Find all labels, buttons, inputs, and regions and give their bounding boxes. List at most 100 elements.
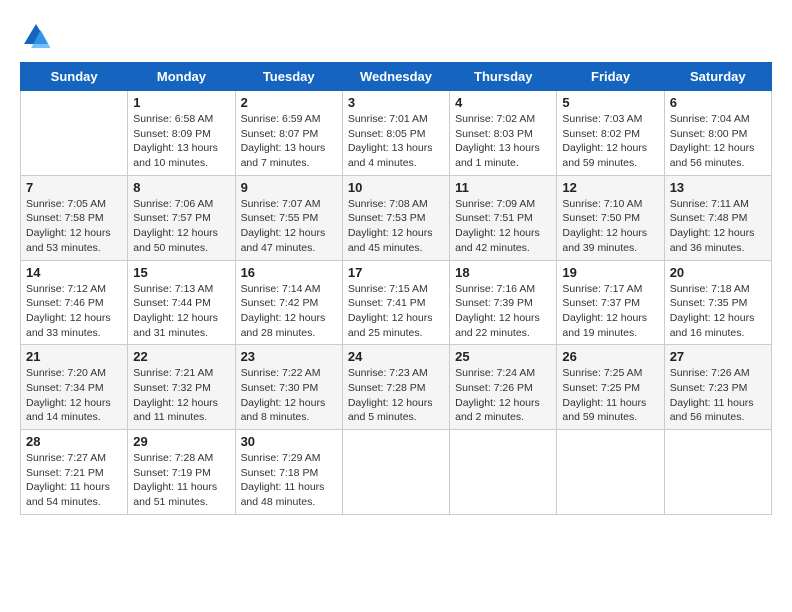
calendar-cell: 27 Sunrise: 7:26 AM Sunset: 7:23 PM Dayli… bbox=[664, 345, 771, 430]
calendar-cell: 18 Sunrise: 7:16 AM Sunset: 7:39 PM Dayli… bbox=[450, 260, 557, 345]
calendar-week-row: 14 Sunrise: 7:12 AM Sunset: 7:46 PM Dayli… bbox=[21, 260, 772, 345]
day-number: 20 bbox=[670, 265, 766, 280]
calendar-cell: 5 Sunrise: 7:03 AM Sunset: 8:02 PM Daylig… bbox=[557, 91, 664, 176]
calendar-cell bbox=[450, 430, 557, 515]
calendar-cell: 30 Sunrise: 7:29 AM Sunset: 7:18 PM Dayli… bbox=[235, 430, 342, 515]
day-number: 11 bbox=[455, 180, 551, 195]
day-number: 16 bbox=[241, 265, 337, 280]
day-number: 24 bbox=[348, 349, 444, 364]
day-number: 26 bbox=[562, 349, 658, 364]
day-number: 6 bbox=[670, 95, 766, 110]
calendar-cell: 25 Sunrise: 7:24 AM Sunset: 7:26 PM Dayli… bbox=[450, 345, 557, 430]
calendar-cell: 20 Sunrise: 7:18 AM Sunset: 7:35 PM Dayli… bbox=[664, 260, 771, 345]
calendar-cell: 3 Sunrise: 7:01 AM Sunset: 8:05 PM Daylig… bbox=[342, 91, 449, 176]
day-number: 7 bbox=[26, 180, 122, 195]
day-number: 8 bbox=[133, 180, 229, 195]
day-info: Sunrise: 7:25 AM Sunset: 7:25 PM Dayligh… bbox=[562, 366, 658, 425]
day-info: Sunrise: 7:02 AM Sunset: 8:03 PM Dayligh… bbox=[455, 112, 551, 171]
day-of-week-header: Saturday bbox=[664, 63, 771, 91]
calendar-cell: 14 Sunrise: 7:12 AM Sunset: 7:46 PM Dayli… bbox=[21, 260, 128, 345]
day-number: 3 bbox=[348, 95, 444, 110]
page-header bbox=[20, 20, 772, 52]
day-info: Sunrise: 7:26 AM Sunset: 7:23 PM Dayligh… bbox=[670, 366, 766, 425]
day-of-week-header: Sunday bbox=[21, 63, 128, 91]
day-info: Sunrise: 7:13 AM Sunset: 7:44 PM Dayligh… bbox=[133, 282, 229, 341]
day-number: 14 bbox=[26, 265, 122, 280]
calendar-cell: 16 Sunrise: 7:14 AM Sunset: 7:42 PM Dayli… bbox=[235, 260, 342, 345]
calendar-cell: 1Sunrise: 6:58 AM Sunset: 8:09 PM Daylig… bbox=[128, 91, 235, 176]
day-number: 28 bbox=[26, 434, 122, 449]
day-info: Sunrise: 6:59 AM Sunset: 8:07 PM Dayligh… bbox=[241, 112, 337, 171]
calendar-cell: 22 Sunrise: 7:21 AM Sunset: 7:32 PM Dayli… bbox=[128, 345, 235, 430]
day-info: Sunrise: 7:16 AM Sunset: 7:39 PM Dayligh… bbox=[455, 282, 551, 341]
day-info: Sunrise: 7:03 AM Sunset: 8:02 PM Dayligh… bbox=[562, 112, 658, 171]
calendar-table: SundayMondayTuesdayWednesdayThursdayFrid… bbox=[20, 62, 772, 515]
calendar-cell: 11 Sunrise: 7:09 AM Sunset: 7:51 PM Dayli… bbox=[450, 175, 557, 260]
calendar-week-row: 21 Sunrise: 7:20 AM Sunset: 7:34 PM Dayli… bbox=[21, 345, 772, 430]
day-of-week-header: Wednesday bbox=[342, 63, 449, 91]
calendar-cell bbox=[21, 91, 128, 176]
calendar-cell: 10 Sunrise: 7:08 AM Sunset: 7:53 PM Dayli… bbox=[342, 175, 449, 260]
day-number: 30 bbox=[241, 434, 337, 449]
calendar-cell: 13Sunrise: 7:11 AM Sunset: 7:48 PM Dayli… bbox=[664, 175, 771, 260]
calendar-cell: 15 Sunrise: 7:13 AM Sunset: 7:44 PM Dayli… bbox=[128, 260, 235, 345]
calendar-cell: 4 Sunrise: 7:02 AM Sunset: 8:03 PM Daylig… bbox=[450, 91, 557, 176]
day-number: 4 bbox=[455, 95, 551, 110]
calendar-cell bbox=[664, 430, 771, 515]
day-info: Sunrise: 7:06 AM Sunset: 7:57 PM Dayligh… bbox=[133, 197, 229, 256]
day-number: 27 bbox=[670, 349, 766, 364]
day-number: 10 bbox=[348, 180, 444, 195]
day-info: Sunrise: 7:18 AM Sunset: 7:35 PM Dayligh… bbox=[670, 282, 766, 341]
calendar-week-row: 1Sunrise: 6:58 AM Sunset: 8:09 PM Daylig… bbox=[21, 91, 772, 176]
day-info: Sunrise: 7:27 AM Sunset: 7:21 PM Dayligh… bbox=[26, 451, 122, 510]
day-info: Sunrise: 7:05 AM Sunset: 7:58 PM Dayligh… bbox=[26, 197, 122, 256]
day-info: Sunrise: 7:14 AM Sunset: 7:42 PM Dayligh… bbox=[241, 282, 337, 341]
day-of-week-header: Thursday bbox=[450, 63, 557, 91]
calendar-cell: 19 Sunrise: 7:17 AM Sunset: 7:37 PM Dayli… bbox=[557, 260, 664, 345]
logo bbox=[20, 20, 56, 52]
calendar-cell: 12 Sunrise: 7:10 AM Sunset: 7:50 PM Dayli… bbox=[557, 175, 664, 260]
day-number: 25 bbox=[455, 349, 551, 364]
day-number: 13 bbox=[670, 180, 766, 195]
day-number: 15 bbox=[133, 265, 229, 280]
day-info: Sunrise: 7:23 AM Sunset: 7:28 PM Dayligh… bbox=[348, 366, 444, 425]
day-info: Sunrise: 7:10 AM Sunset: 7:50 PM Dayligh… bbox=[562, 197, 658, 256]
day-info: Sunrise: 7:17 AM Sunset: 7:37 PM Dayligh… bbox=[562, 282, 658, 341]
day-info: Sunrise: 7:12 AM Sunset: 7:46 PM Dayligh… bbox=[26, 282, 122, 341]
day-number: 22 bbox=[133, 349, 229, 364]
calendar-cell bbox=[557, 430, 664, 515]
day-of-week-header: Friday bbox=[557, 63, 664, 91]
day-info: Sunrise: 7:04 AM Sunset: 8:00 PM Dayligh… bbox=[670, 112, 766, 171]
calendar-week-row: 7 Sunrise: 7:05 AM Sunset: 7:58 PM Daylig… bbox=[21, 175, 772, 260]
day-number: 23 bbox=[241, 349, 337, 364]
day-info: Sunrise: 7:21 AM Sunset: 7:32 PM Dayligh… bbox=[133, 366, 229, 425]
day-info: Sunrise: 7:09 AM Sunset: 7:51 PM Dayligh… bbox=[455, 197, 551, 256]
day-number: 17 bbox=[348, 265, 444, 280]
day-info: Sunrise: 7:01 AM Sunset: 8:05 PM Dayligh… bbox=[348, 112, 444, 171]
day-number: 21 bbox=[26, 349, 122, 364]
day-info: Sunrise: 7:20 AM Sunset: 7:34 PM Dayligh… bbox=[26, 366, 122, 425]
day-info: Sunrise: 7:08 AM Sunset: 7:53 PM Dayligh… bbox=[348, 197, 444, 256]
calendar-cell: 17Sunrise: 7:15 AM Sunset: 7:41 PM Dayli… bbox=[342, 260, 449, 345]
day-number: 1 bbox=[133, 95, 229, 110]
day-number: 5 bbox=[562, 95, 658, 110]
calendar-cell: 23 Sunrise: 7:22 AM Sunset: 7:30 PM Dayli… bbox=[235, 345, 342, 430]
calendar-cell: 29Sunrise: 7:28 AM Sunset: 7:19 PM Dayli… bbox=[128, 430, 235, 515]
calendar-cell: 28 Sunrise: 7:27 AM Sunset: 7:21 PM Dayli… bbox=[21, 430, 128, 515]
day-number: 29 bbox=[133, 434, 229, 449]
day-info: Sunrise: 7:22 AM Sunset: 7:30 PM Dayligh… bbox=[241, 366, 337, 425]
day-number: 18 bbox=[455, 265, 551, 280]
calendar-cell: 8 Sunrise: 7:06 AM Sunset: 7:57 PM Daylig… bbox=[128, 175, 235, 260]
calendar-cell: 9Sunrise: 7:07 AM Sunset: 7:55 PM Daylig… bbox=[235, 175, 342, 260]
day-number: 9 bbox=[241, 180, 337, 195]
day-of-week-header: Monday bbox=[128, 63, 235, 91]
day-number: 12 bbox=[562, 180, 658, 195]
day-number: 19 bbox=[562, 265, 658, 280]
day-info: Sunrise: 7:29 AM Sunset: 7:18 PM Dayligh… bbox=[241, 451, 337, 510]
calendar-header-row: SundayMondayTuesdayWednesdayThursdayFrid… bbox=[21, 63, 772, 91]
calendar-cell bbox=[342, 430, 449, 515]
day-info: Sunrise: 7:24 AM Sunset: 7:26 PM Dayligh… bbox=[455, 366, 551, 425]
calendar-cell: 26 Sunrise: 7:25 AM Sunset: 7:25 PM Dayli… bbox=[557, 345, 664, 430]
day-of-week-header: Tuesday bbox=[235, 63, 342, 91]
day-number: 2 bbox=[241, 95, 337, 110]
